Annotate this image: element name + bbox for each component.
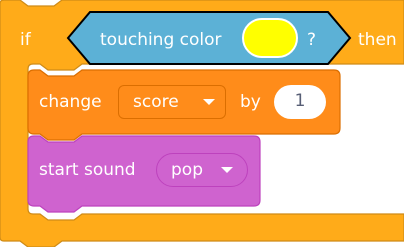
sound-dropdown[interactable]: pop: [156, 153, 248, 187]
amount-input[interactable]: 1: [274, 85, 326, 119]
change-label: change: [39, 92, 102, 112]
chevron-down-icon: [203, 99, 215, 105]
sound-dropdown-value: pop: [171, 160, 203, 180]
if-label: if: [20, 30, 31, 50]
variable-dropdown-value: score: [133, 92, 179, 112]
start-sound-label: start sound: [39, 160, 136, 180]
color-picker-swatch[interactable]: [242, 18, 298, 58]
code-area: if then touching color ? change score by…: [0, 0, 404, 247]
touching-color-label: touching color: [100, 30, 222, 50]
variable-dropdown[interactable]: score: [118, 85, 226, 119]
then-label: then: [358, 30, 397, 50]
chevron-down-icon: [221, 167, 233, 173]
question-mark-label: ?: [307, 30, 317, 50]
by-label: by: [240, 92, 261, 112]
